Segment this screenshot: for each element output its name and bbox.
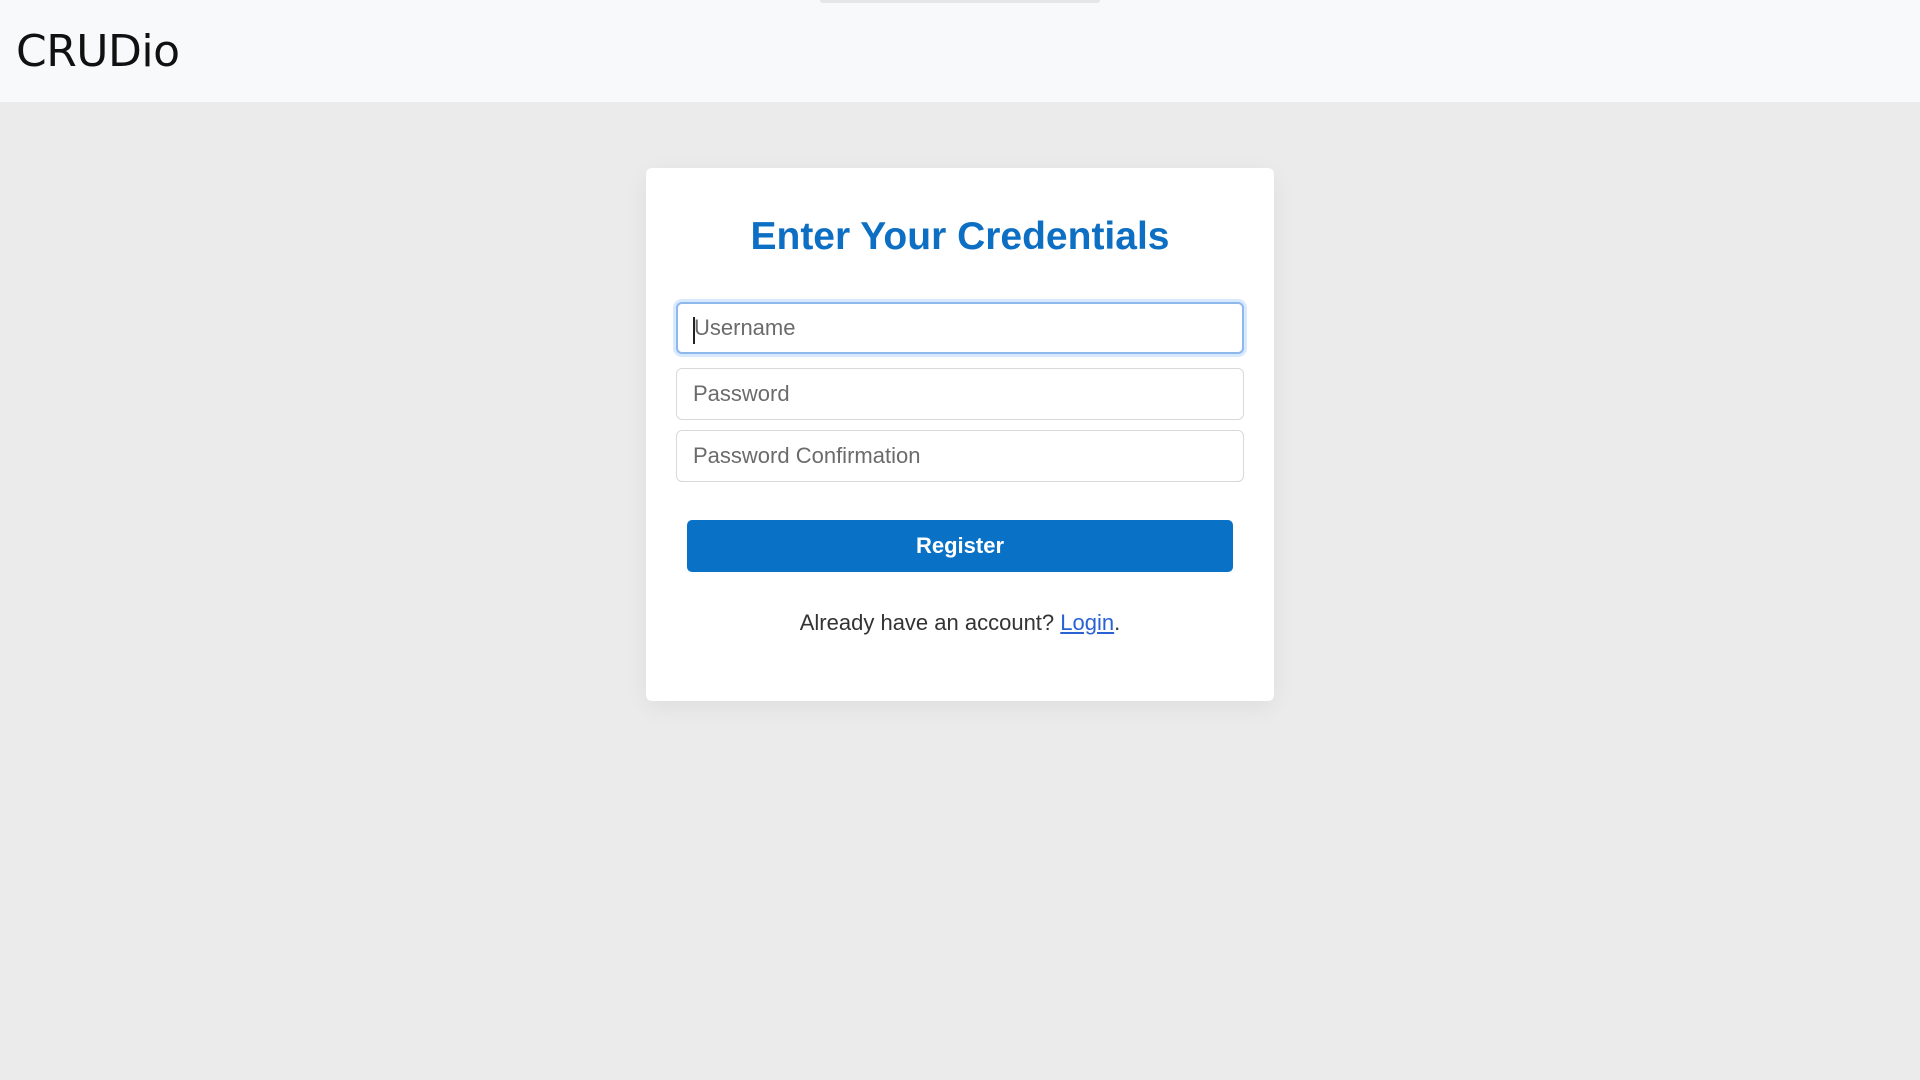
login-prompt: Already have an account? Login. bbox=[646, 608, 1274, 638]
password-confirmation-input[interactable] bbox=[676, 430, 1244, 482]
text-caret bbox=[693, 317, 695, 344]
top-decoration bbox=[820, 0, 1100, 3]
username-input[interactable] bbox=[676, 302, 1244, 354]
form-title: Enter Your Credentials bbox=[750, 215, 1170, 258]
brand-logo[interactable]: CRUDio bbox=[16, 24, 180, 80]
login-prompt-period: . bbox=[1114, 610, 1121, 635]
login-link[interactable]: Login bbox=[1060, 610, 1114, 635]
register-card: Enter Your Credentials Register Already … bbox=[646, 168, 1274, 701]
login-prompt-text: Already have an account? bbox=[799, 610, 1055, 635]
navbar: CRUDio bbox=[0, 0, 1920, 102]
password-input[interactable] bbox=[676, 368, 1244, 420]
register-button[interactable]: Register bbox=[687, 520, 1233, 572]
